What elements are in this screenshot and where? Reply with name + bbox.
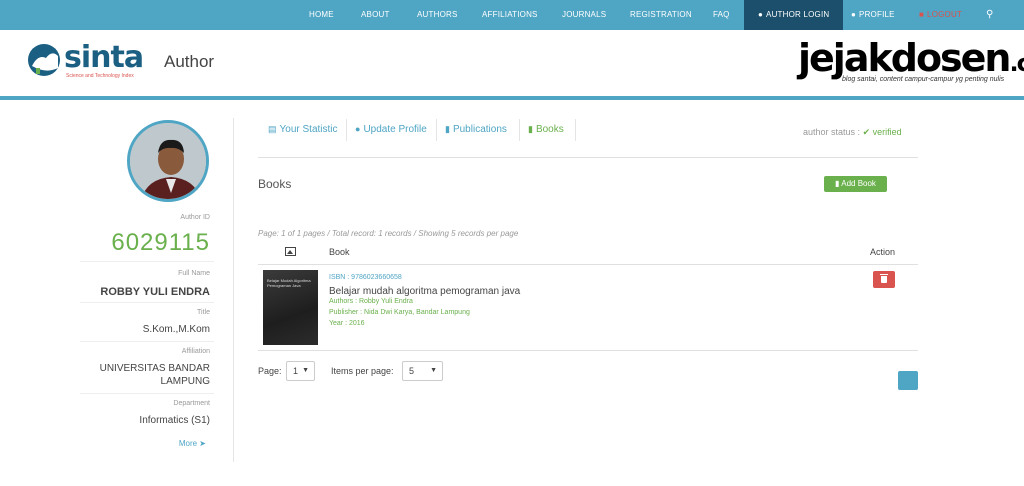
scroll-to-top-button[interactable] bbox=[898, 371, 918, 390]
column-header-action: Action bbox=[870, 247, 896, 257]
more-link[interactable]: More ➤ bbox=[179, 439, 206, 448]
more-label: More bbox=[178, 439, 198, 448]
nav-author-login-label: AUTHOR LOGIN bbox=[766, 10, 830, 19]
chevron-down-icon: ▼ bbox=[302, 367, 309, 374]
tab-divider bbox=[519, 119, 520, 141]
book-authors: Authors : Robby Yuli Endra bbox=[329, 298, 413, 305]
nav-logout-label: LOGOUT bbox=[927, 10, 963, 19]
watermark-title: jejakdosen bbox=[798, 36, 1011, 80]
sidebar-divider bbox=[80, 341, 214, 342]
nav-journals[interactable]: JOURNALS bbox=[562, 0, 606, 30]
search-icon[interactable]: ⚲ bbox=[986, 0, 994, 30]
image-icon bbox=[285, 247, 296, 256]
check-circle-icon: ✔ bbox=[862, 127, 871, 137]
items-per-page-label: Items per page: bbox=[331, 366, 394, 376]
bar-chart-icon: ▤ bbox=[268, 124, 277, 134]
sidebar-divider bbox=[80, 261, 214, 262]
title-label: Title bbox=[197, 309, 210, 316]
tab-label: Publications bbox=[452, 124, 507, 135]
logo-text: sinta bbox=[64, 40, 144, 75]
user-icon: ● bbox=[758, 10, 764, 19]
nav-faq[interactable]: FAQ bbox=[713, 0, 730, 30]
full-name-label: Full Name bbox=[178, 270, 210, 277]
page-label: Page: bbox=[258, 366, 282, 376]
chevron-down-icon: ▼ bbox=[430, 367, 437, 374]
trash-icon bbox=[880, 274, 888, 283]
book-year: Year : 2016 bbox=[329, 320, 365, 327]
sinta-emblem-icon bbox=[28, 44, 60, 76]
items-per-page-value: 5 bbox=[409, 366, 415, 376]
add-book-button[interactable]: ▮ Add Book bbox=[824, 176, 887, 192]
page-title: Author bbox=[164, 52, 215, 71]
tab-update-profile[interactable]: ● Update Profile bbox=[355, 124, 427, 135]
section-title: Books bbox=[258, 177, 292, 191]
book-isbn: ISBN : 9786023660658 bbox=[329, 274, 402, 281]
user-icon: ● bbox=[355, 124, 361, 134]
author-photo bbox=[130, 123, 206, 199]
sidebar-divider bbox=[80, 302, 214, 303]
author-status: author status : ✔ verified bbox=[803, 127, 902, 138]
watermark-domain: .com bbox=[1009, 49, 1024, 77]
nav-profile[interactable]: ● PROFILE bbox=[851, 0, 895, 30]
book-cover-title: Belajar Mudah Algoritma Pemograman Java bbox=[267, 278, 311, 288]
author-id-label: Author ID bbox=[180, 214, 210, 221]
sidebar-separator bbox=[233, 118, 234, 462]
tabs-divider bbox=[258, 157, 918, 158]
page-info: Page: 1 of 1 pages / Total record: 1 rec… bbox=[258, 229, 519, 238]
book-icon: ▮ bbox=[528, 124, 533, 134]
tab-publications[interactable]: ▮ Publications bbox=[445, 124, 507, 135]
book-icon: ▮ bbox=[445, 124, 450, 134]
department-value: Informatics (S1) bbox=[139, 415, 210, 426]
tab-label: Update Profile bbox=[363, 124, 427, 135]
nav-about[interactable]: ABOUT bbox=[361, 0, 390, 30]
book-cover[interactable]: Belajar Mudah Algoritma Pemograman Java bbox=[263, 270, 318, 345]
column-header-book: Book bbox=[329, 247, 350, 257]
logo-subtitle: Science and Technology Index bbox=[66, 73, 134, 79]
page-select-value: 1 bbox=[293, 366, 299, 376]
book-icon: ▮ bbox=[835, 179, 840, 188]
tab-label: Books bbox=[535, 124, 564, 135]
user-icon: ● bbox=[851, 10, 857, 19]
add-book-label: Add Book bbox=[841, 179, 876, 188]
book-title[interactable]: Belajar mudah algoritma pemograman java bbox=[329, 286, 520, 297]
header-divider bbox=[0, 96, 1024, 100]
status-badge: verified bbox=[872, 127, 902, 137]
affiliation-label: Affiliation bbox=[181, 348, 210, 355]
nav-affiliations[interactable]: AFFILIATIONS bbox=[482, 0, 538, 30]
nav-logout[interactable]: ■ LOGOUT bbox=[919, 0, 962, 30]
watermark-tagline: blog santai, content campur-campur yg pe… bbox=[842, 76, 1005, 83]
sinta-logo[interactable]: sinta Science and Technology Index bbox=[26, 40, 146, 82]
tab-your-statistic[interactable]: ▤ Your Statistic bbox=[268, 124, 338, 135]
table-header-divider bbox=[258, 264, 918, 265]
affiliation-value-line2: LAMPUNG bbox=[160, 376, 210, 387]
table-row-divider bbox=[258, 350, 918, 351]
watermark-logo: jejakdosen.com bbox=[798, 36, 1024, 80]
page-select[interactable]: 1 ▼ bbox=[286, 361, 315, 381]
department-label: Department bbox=[173, 400, 210, 407]
nav-author-login[interactable]: ● AUTHOR LOGIN bbox=[744, 0, 844, 30]
status-label: author status : bbox=[803, 127, 861, 137]
avatar bbox=[127, 120, 209, 202]
tab-divider bbox=[575, 119, 576, 141]
tab-books[interactable]: ▮ Books bbox=[528, 124, 564, 135]
nav-profile-label: PROFILE bbox=[859, 10, 895, 19]
author-id-value: 6029115 bbox=[111, 229, 210, 256]
nav-registration[interactable]: REGISTRATION bbox=[630, 0, 692, 30]
sidebar-divider bbox=[80, 393, 214, 394]
tab-divider bbox=[436, 119, 437, 141]
tab-label: Your Statistic bbox=[279, 124, 338, 135]
nav-authors[interactable]: AUTHORS bbox=[417, 0, 458, 30]
title-value: S.Kom.,M.Kom bbox=[142, 324, 210, 335]
top-navbar: HOME ABOUT AUTHORS AFFILIATIONS JOURNALS… bbox=[0, 0, 1024, 30]
lock-icon: ■ bbox=[919, 10, 925, 19]
affiliation-value-line1: UNIVERSITAS BANDAR bbox=[99, 363, 210, 374]
items-per-page-select[interactable]: 5 ▼ bbox=[402, 361, 443, 381]
full-name-value: ROBBY YULI ENDRA bbox=[100, 286, 210, 298]
nav-home[interactable]: HOME bbox=[309, 0, 334, 30]
tab-divider bbox=[346, 119, 347, 141]
book-publisher: Publisher : Nida Dwi Karya, Bandar Lampu… bbox=[329, 309, 470, 316]
delete-book-button[interactable] bbox=[873, 271, 895, 288]
arrow-right-circle-icon: ➤ bbox=[199, 439, 206, 448]
